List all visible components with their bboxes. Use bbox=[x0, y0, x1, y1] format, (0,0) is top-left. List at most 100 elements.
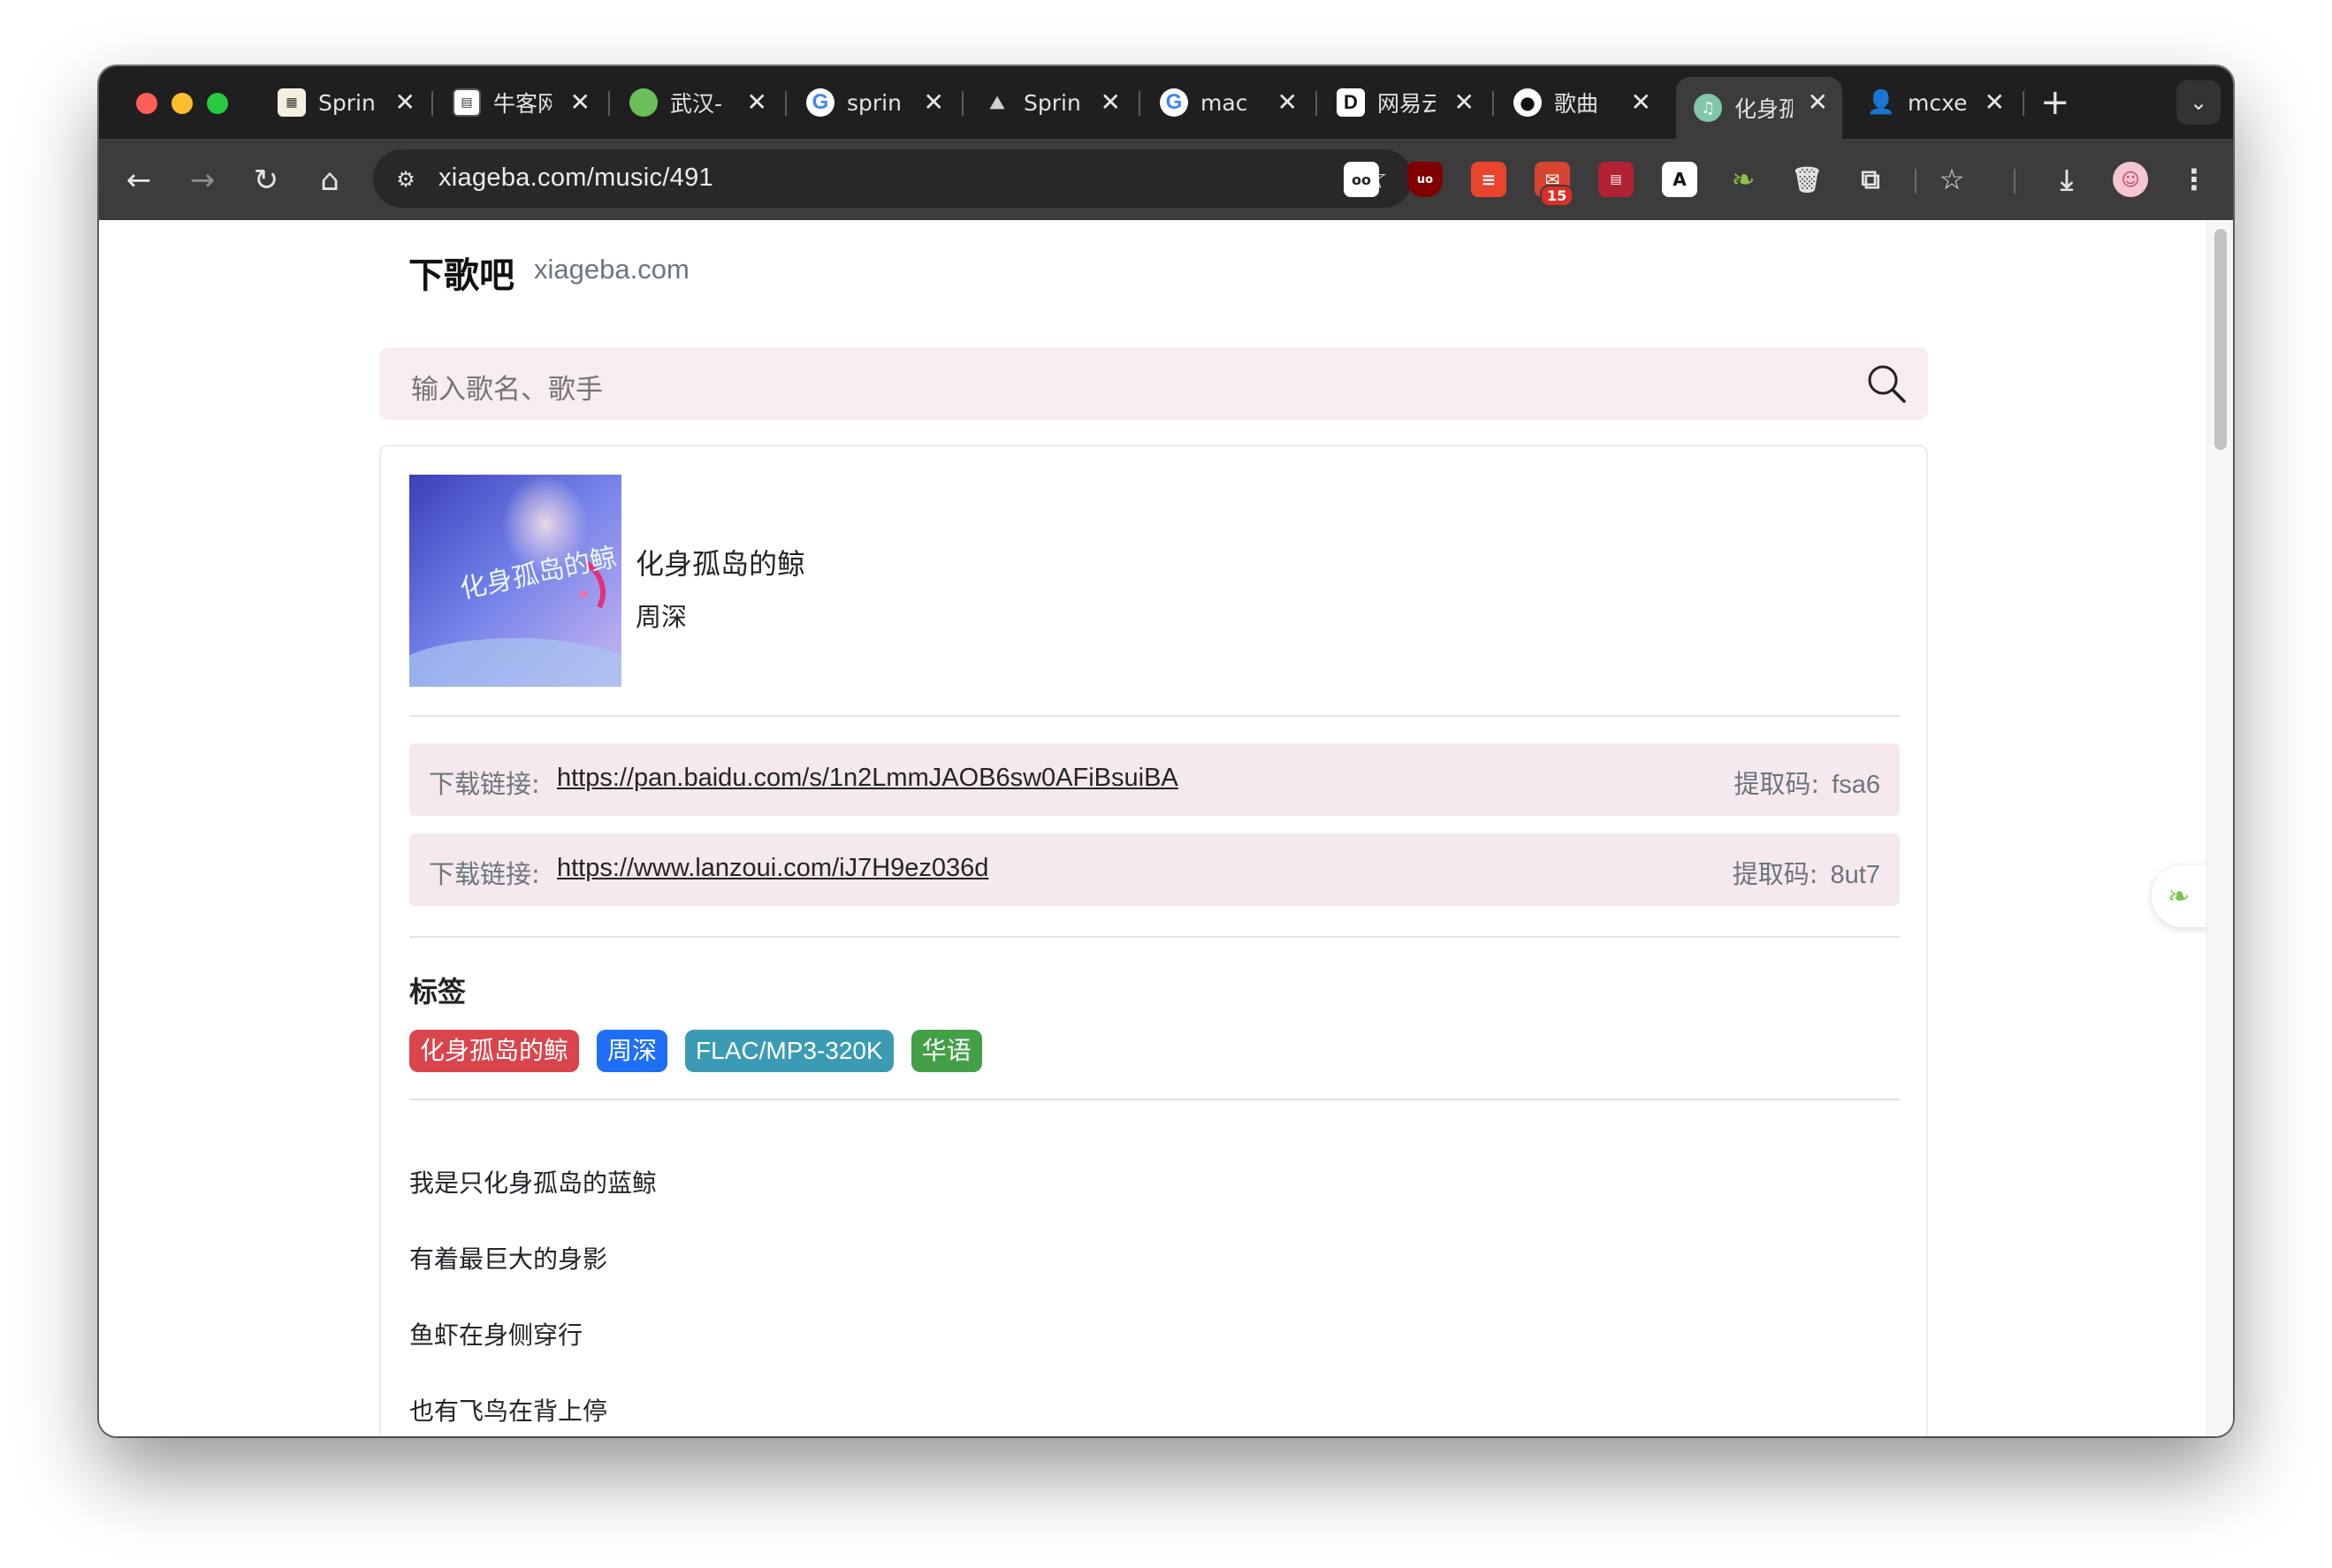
trash-extension-icon[interactable]: 🗑 bbox=[1789, 162, 1825, 197]
lyric-line: 有着最巨大的身影 bbox=[409, 1245, 608, 1274]
leaf-icon bbox=[629, 88, 658, 117]
home-icon[interactable]: ⌂ bbox=[308, 158, 352, 202]
tab-search-chevron-icon[interactable]: ⌄ bbox=[2176, 80, 2221, 125]
person-icon: 👤 bbox=[1867, 89, 1895, 116]
site-brand[interactable]: 下歌吧 bbox=[408, 247, 514, 298]
divider bbox=[409, 936, 1900, 938]
us-flag-extension-icon[interactable]: ▤ bbox=[1598, 162, 1634, 197]
site-settings-icon[interactable]: ⚙ bbox=[391, 164, 421, 194]
close-tab-icon[interactable]: ✕ bbox=[1101, 88, 1121, 117]
browser-toolbar: ← → ↻ ⌂ ⚙ xiageba.com/music/491 ☆ oo uo … bbox=[99, 139, 2233, 220]
close-window-button[interactable] bbox=[136, 93, 157, 114]
ublock-extension-icon[interactable]: uo bbox=[1407, 162, 1443, 197]
music-icon: ♫ bbox=[1694, 94, 1722, 122]
lyric-line: 也有飞鸟在背上停 bbox=[409, 1397, 608, 1426]
tag-artist[interactable]: 周深 bbox=[597, 1030, 668, 1072]
tampermonkey-extension-icon[interactable]: oo bbox=[1344, 162, 1379, 197]
tab-1[interactable]: ▤ 牛客网 ✕ bbox=[435, 77, 605, 128]
tab-9[interactable]: 👤 mcxe ✕ bbox=[1849, 77, 2019, 128]
extract-code-value: 8ut7 bbox=[1830, 861, 1880, 889]
tab-divider bbox=[431, 91, 433, 116]
tab-4[interactable]: ⛰ Sprin ✕ bbox=[965, 77, 1135, 128]
tab-divider bbox=[785, 91, 787, 116]
spring-icon: ⛰ bbox=[989, 92, 1005, 113]
forward-arrow-icon[interactable]: → bbox=[180, 158, 225, 202]
tab-2[interactable]: 武汉- ✕ bbox=[612, 77, 781, 128]
extract-code: 提取码: 8ut7 bbox=[1733, 854, 1880, 891]
zoom-window-button[interactable] bbox=[207, 93, 228, 114]
close-tab-icon[interactable]: ✕ bbox=[924, 88, 944, 117]
tab-divider bbox=[962, 91, 964, 116]
tag-song[interactable]: 化身孤岛的鲸 bbox=[409, 1030, 580, 1072]
song-title: 化身孤岛的鲸 bbox=[636, 547, 806, 581]
close-tab-icon[interactable]: ✕ bbox=[1277, 88, 1298, 117]
tag-language[interactable]: 华语 bbox=[911, 1030, 982, 1072]
download-link[interactable]: https://pan.baidu.com/s/1n2LmmJAOB6sw0AF… bbox=[557, 764, 1178, 793]
github-icon: ● bbox=[1513, 88, 1542, 117]
page-scrollbar[interactable] bbox=[2206, 220, 2233, 1436]
back-arrow-icon[interactable]: ← bbox=[117, 158, 161, 202]
scrollbar-thumb[interactable] bbox=[2214, 229, 2227, 450]
close-tab-icon[interactable]: ✕ bbox=[395, 88, 415, 117]
search-placeholder: 输入歌名、歌手 bbox=[411, 374, 603, 406]
search-input[interactable]: 输入歌名、歌手 bbox=[379, 347, 1928, 420]
extract-code: 提取码: fsa6 bbox=[1734, 764, 1880, 801]
close-tab-icon[interactable]: ✕ bbox=[1985, 88, 2005, 117]
tab-7[interactable]: ● 歌曲 ✕ bbox=[1496, 77, 1665, 128]
download-icon[interactable]: ⤓ bbox=[2049, 162, 2084, 197]
tab-5[interactable]: G mac ✕ bbox=[1142, 77, 1312, 128]
tab-divider bbox=[1139, 91, 1140, 116]
extract-code-label: 提取码: bbox=[1734, 769, 1820, 799]
close-tab-icon[interactable]: ✕ bbox=[747, 88, 767, 117]
close-tab-icon[interactable]: ✕ bbox=[1808, 88, 1828, 117]
google-icon: G bbox=[806, 88, 834, 117]
tab-3[interactable]: G sprin ✕ bbox=[789, 77, 958, 128]
tab-6[interactable]: D 网易云 ✕ bbox=[1319, 77, 1489, 128]
floating-leaf-button[interactable]: ❧ bbox=[2152, 865, 2214, 927]
notes-extension-icon[interactable]: ≡ bbox=[1471, 162, 1506, 197]
tab-divider bbox=[1315, 91, 1317, 116]
close-tab-icon[interactable]: ✕ bbox=[1454, 88, 1475, 117]
bookmarks-star-icon[interactable]: ☆ bbox=[1934, 162, 1970, 197]
download-link[interactable]: https://www.lanzoui.com/iJ7H9ez036d bbox=[557, 854, 988, 883]
download-label: 下载链接: bbox=[429, 859, 540, 889]
song-card: 化身孤岛的鲸 化身孤岛的鲸 周深 下载链接: https://pan.baidu… bbox=[379, 445, 1928, 1436]
toolbar-divider bbox=[1915, 169, 1917, 194]
search-icon[interactable] bbox=[1866, 363, 1907, 404]
download-row: 下载链接: https://pan.baidu.com/s/1n2LmmJAOB… bbox=[409, 743, 1900, 816]
close-tab-icon[interactable]: ✕ bbox=[570, 88, 591, 117]
browser-window: ▦ Sprin ✕ ▤ 牛客网 ✕ 武汉- ✕ G sprin ✕ ⛰ Spri… bbox=[99, 66, 2233, 1436]
lyric-line: 鱼虾在身侧穿行 bbox=[409, 1321, 583, 1350]
new-tab-button[interactable]: + bbox=[2040, 82, 2070, 123]
toolbar-divider bbox=[2014, 169, 2016, 194]
tags-heading: 标签 bbox=[409, 975, 467, 1009]
spring-doc-icon: ▦ bbox=[278, 88, 306, 117]
mail-count-badge: 15 bbox=[1540, 185, 1574, 207]
puzzle-extensions-icon[interactable]: ⧉ bbox=[1853, 162, 1888, 197]
download-label: 下载链接: bbox=[429, 769, 540, 799]
tab-divider bbox=[608, 91, 610, 116]
reload-icon[interactable]: ↻ bbox=[244, 158, 288, 202]
tab-0[interactable]: ▦ Sprin ✕ bbox=[260, 77, 430, 128]
profile-avatar-icon[interactable]: ☺ bbox=[2113, 162, 2148, 197]
album-cover: 化身孤岛的鲸 bbox=[409, 475, 621, 687]
leaf-extension-icon[interactable]: ❧ bbox=[1726, 162, 1761, 197]
site-domain: xiageba.com bbox=[534, 254, 690, 285]
tag-list: 化身孤岛的鲸 周深 FLAC/MP3-320K 华语 bbox=[409, 1030, 982, 1072]
tab-8-active[interactable]: ♫ 化身孤 ✕ bbox=[1676, 77, 1842, 139]
tab-strip: ▦ Sprin ✕ ▤ 牛客网 ✕ 武汉- ✕ G sprin ✕ ⛰ Spri… bbox=[99, 66, 2233, 139]
url-text[interactable]: xiageba.com/music/491 bbox=[438, 164, 713, 193]
song-artist[interactable]: 周深 bbox=[636, 597, 687, 634]
extract-code-value: fsa6 bbox=[1832, 771, 1880, 799]
tab-divider bbox=[1492, 91, 1494, 116]
google-icon: G bbox=[1160, 88, 1188, 117]
a-extension-icon[interactable]: A bbox=[1662, 162, 1697, 197]
menu-kebab-icon[interactable]: ⋮ bbox=[2176, 162, 2212, 197]
tab-divider bbox=[2023, 91, 2024, 116]
address-bar[interactable]: ⚙ xiageba.com/music/491 ☆ bbox=[373, 149, 1413, 208]
tag-format[interactable]: FLAC/MP3-320K bbox=[685, 1030, 894, 1072]
close-tab-icon[interactable]: ✕ bbox=[1631, 88, 1651, 117]
minimize-window-button[interactable] bbox=[171, 93, 193, 114]
lyric-line: 我是只化身孤岛的蓝鲸 bbox=[409, 1168, 658, 1198]
nowcoder-icon: ▤ bbox=[453, 88, 481, 117]
